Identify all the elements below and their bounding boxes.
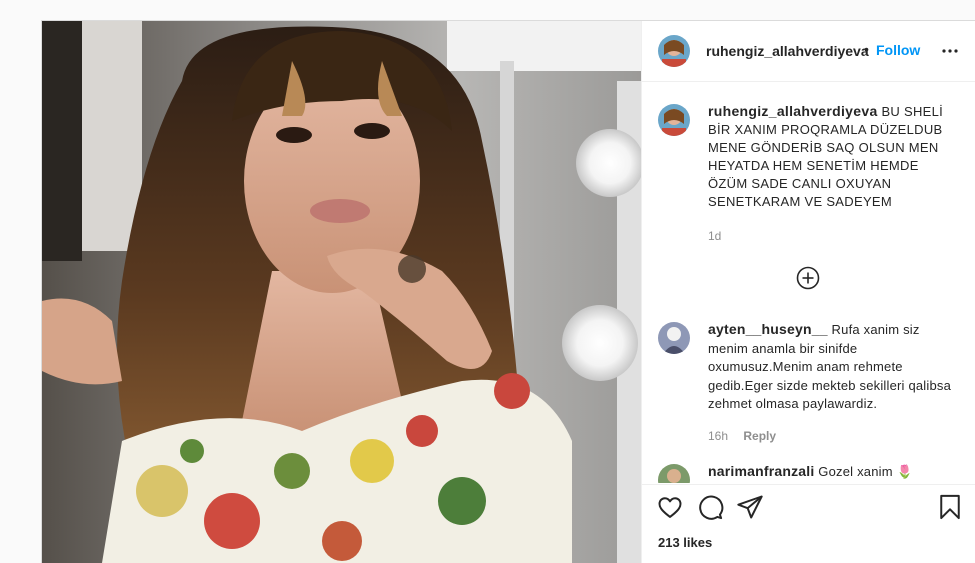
- commenter-avatar[interactable]: [658, 322, 690, 354]
- comment-meta: 16h Reply: [708, 429, 776, 443]
- post-photo[interactable]: [42, 21, 641, 563]
- portrait-photo: [42, 21, 641, 563]
- bookmark-icon[interactable]: [936, 493, 964, 521]
- comment-icon[interactable]: [696, 493, 724, 521]
- caption-username[interactable]: ruhengiz_allahverdiyeva: [708, 103, 878, 119]
- post-header: ruhengiz_allahverdiyeva • Follow: [642, 21, 975, 82]
- follow-button[interactable]: Follow: [876, 42, 920, 58]
- caption-timestamp[interactable]: 1d: [708, 229, 721, 243]
- reply-button[interactable]: Reply: [743, 429, 776, 443]
- post-side-panel: ruhengiz_allahverdiyeva • Follow ruhengi…: [641, 21, 975, 563]
- author-username[interactable]: ruhengiz_allahverdiyeva: [706, 43, 869, 59]
- post-actions-bar: 213 likes: [642, 484, 975, 563]
- more-options-icon[interactable]: [938, 39, 962, 63]
- heart-icon[interactable]: [656, 493, 684, 521]
- comment-username[interactable]: ayten__huseyn__: [708, 321, 828, 337]
- comment-text-block: narimanfranzali Gozel xanim 🌷: [708, 462, 958, 482]
- comment-text-block: ayten__huseyn__ Rufa xanim siz menim ana…: [708, 320, 958, 414]
- caption-text-block: ruhengiz_allahverdiyeva BU SHELİ BİR XAN…: [708, 102, 958, 211]
- commenter-avatar[interactable]: [658, 464, 690, 483]
- post-container: ruhengiz_allahverdiyeva • Follow ruhengi…: [41, 20, 975, 563]
- author-avatar[interactable]: [658, 35, 690, 67]
- caption-avatar[interactable]: [658, 104, 690, 136]
- comment-username[interactable]: narimanfranzali: [708, 463, 814, 479]
- separator-dot: •: [864, 41, 869, 57]
- caption-body: BU SHELİ BİR XANIM PROQRAMLA DÜZELDUB ME…: [708, 104, 944, 209]
- comment-timestamp[interactable]: 16h: [708, 429, 728, 443]
- comments-section[interactable]: ruhengiz_allahverdiyeva BU SHELİ BİR XAN…: [642, 82, 975, 483]
- likes-count[interactable]: 213 likes: [658, 535, 712, 550]
- plus-circle-icon[interactable]: [796, 266, 820, 290]
- comment-body: Gozel xanim 🌷: [818, 464, 913, 479]
- share-icon[interactable]: [736, 493, 764, 521]
